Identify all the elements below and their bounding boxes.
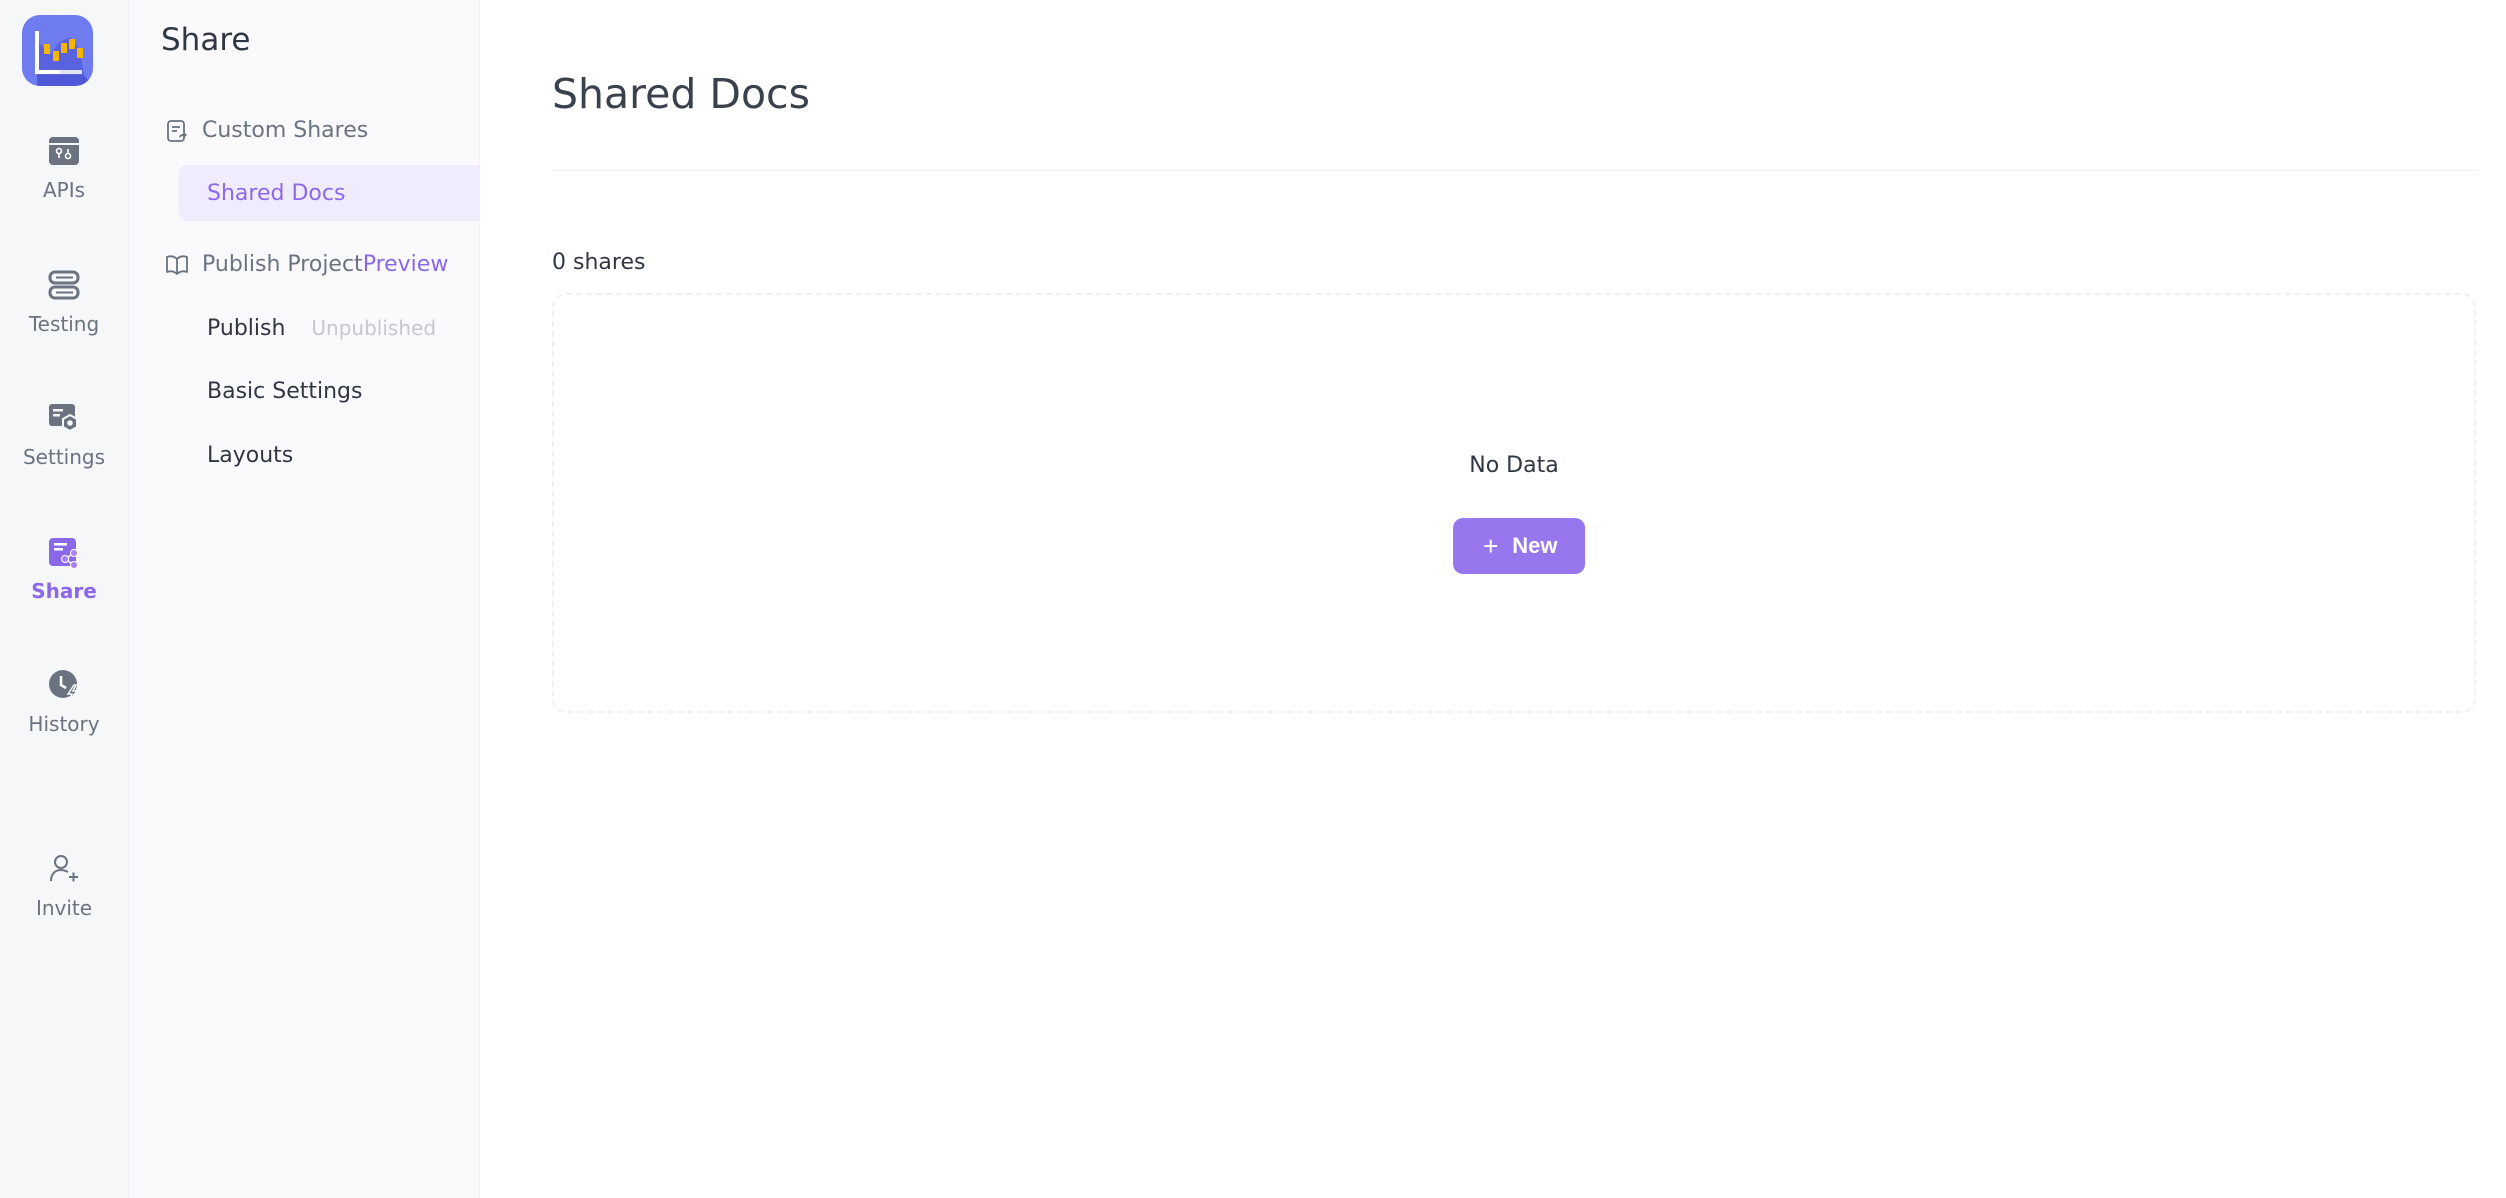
new-share-button[interactable]: + New	[1453, 518, 1586, 574]
rail-item-label: APIs	[42, 178, 86, 202]
api-icon	[49, 137, 79, 165]
sidebar-item-basic-settings[interactable]: Basic Settings	[179, 363, 506, 419]
history-icon	[49, 670, 79, 702]
document-share-icon	[167, 119, 187, 142]
rail-item-apis[interactable]: APIs	[0, 134, 128, 202]
sidebar-item-publish[interactable]: Publish Unpublished	[179, 300, 506, 356]
sidebar-group-label: Custom Shares	[202, 118, 369, 143]
app-logo[interactable]	[22, 15, 93, 86]
sidebar-item-label: Basic Settings	[207, 378, 363, 404]
rail-item-label: Testing	[28, 312, 100, 336]
sidebar-item-label: Shared Docs	[207, 180, 346, 206]
sidebar-group-custom-shares[interactable]: Custom Shares	[165, 118, 368, 143]
settings-icon	[49, 404, 78, 433]
sidebar-item-shared-docs[interactable]: Shared Docs	[179, 165, 506, 221]
new-share-button-label: New	[1512, 533, 1558, 558]
rail-item-label: History	[28, 712, 100, 736]
share-icon	[49, 538, 78, 569]
publish-status: Unpublished	[311, 316, 437, 340]
preview-badge: Preview	[362, 252, 449, 277]
sidebar-title: Share	[161, 22, 251, 58]
sidebar-group-publish-project[interactable]: Publish Project Preview	[165, 252, 448, 277]
share-count: 0 shares	[552, 250, 646, 275]
rail-item-share[interactable]: Share	[0, 535, 128, 603]
empty-state: No Data + New	[552, 293, 2476, 713]
header-divider	[552, 170, 2476, 171]
share-sidebar: Share Custom Shares Shared Docs Publish …	[129, 0, 506, 1198]
book-icon	[166, 255, 188, 275]
testing-icon	[48, 270, 80, 300]
icon-rail: APIs Testing Settings Share History Invi…	[0, 0, 129, 1198]
sidebar-item-label: Layouts	[207, 442, 294, 468]
rail-item-label: Invite	[35, 896, 93, 920]
rail-item-history[interactable]: History	[0, 668, 128, 736]
sidebar-item-layouts[interactable]: Layouts	[179, 427, 506, 483]
plus-icon: +	[1483, 531, 1499, 561]
rail-item-settings[interactable]: Settings	[0, 401, 128, 469]
main-content: Shared Docs 0 shares No Data + New	[480, 0, 2506, 1198]
invite-icon	[50, 855, 78, 882]
rail-item-invite[interactable]: Invite	[0, 852, 128, 920]
app-logo-icon	[22, 15, 93, 86]
rail-item-label: Settings	[22, 445, 106, 469]
sidebar-group-label: Publish Project	[202, 252, 363, 277]
sidebar-item-label: Publish	[207, 315, 286, 341]
empty-state-text: No Data	[1469, 453, 1559, 478]
rail-item-testing[interactable]: Testing	[0, 268, 128, 336]
page-title: Shared Docs	[552, 70, 810, 118]
rail-item-label: Share	[31, 579, 97, 603]
